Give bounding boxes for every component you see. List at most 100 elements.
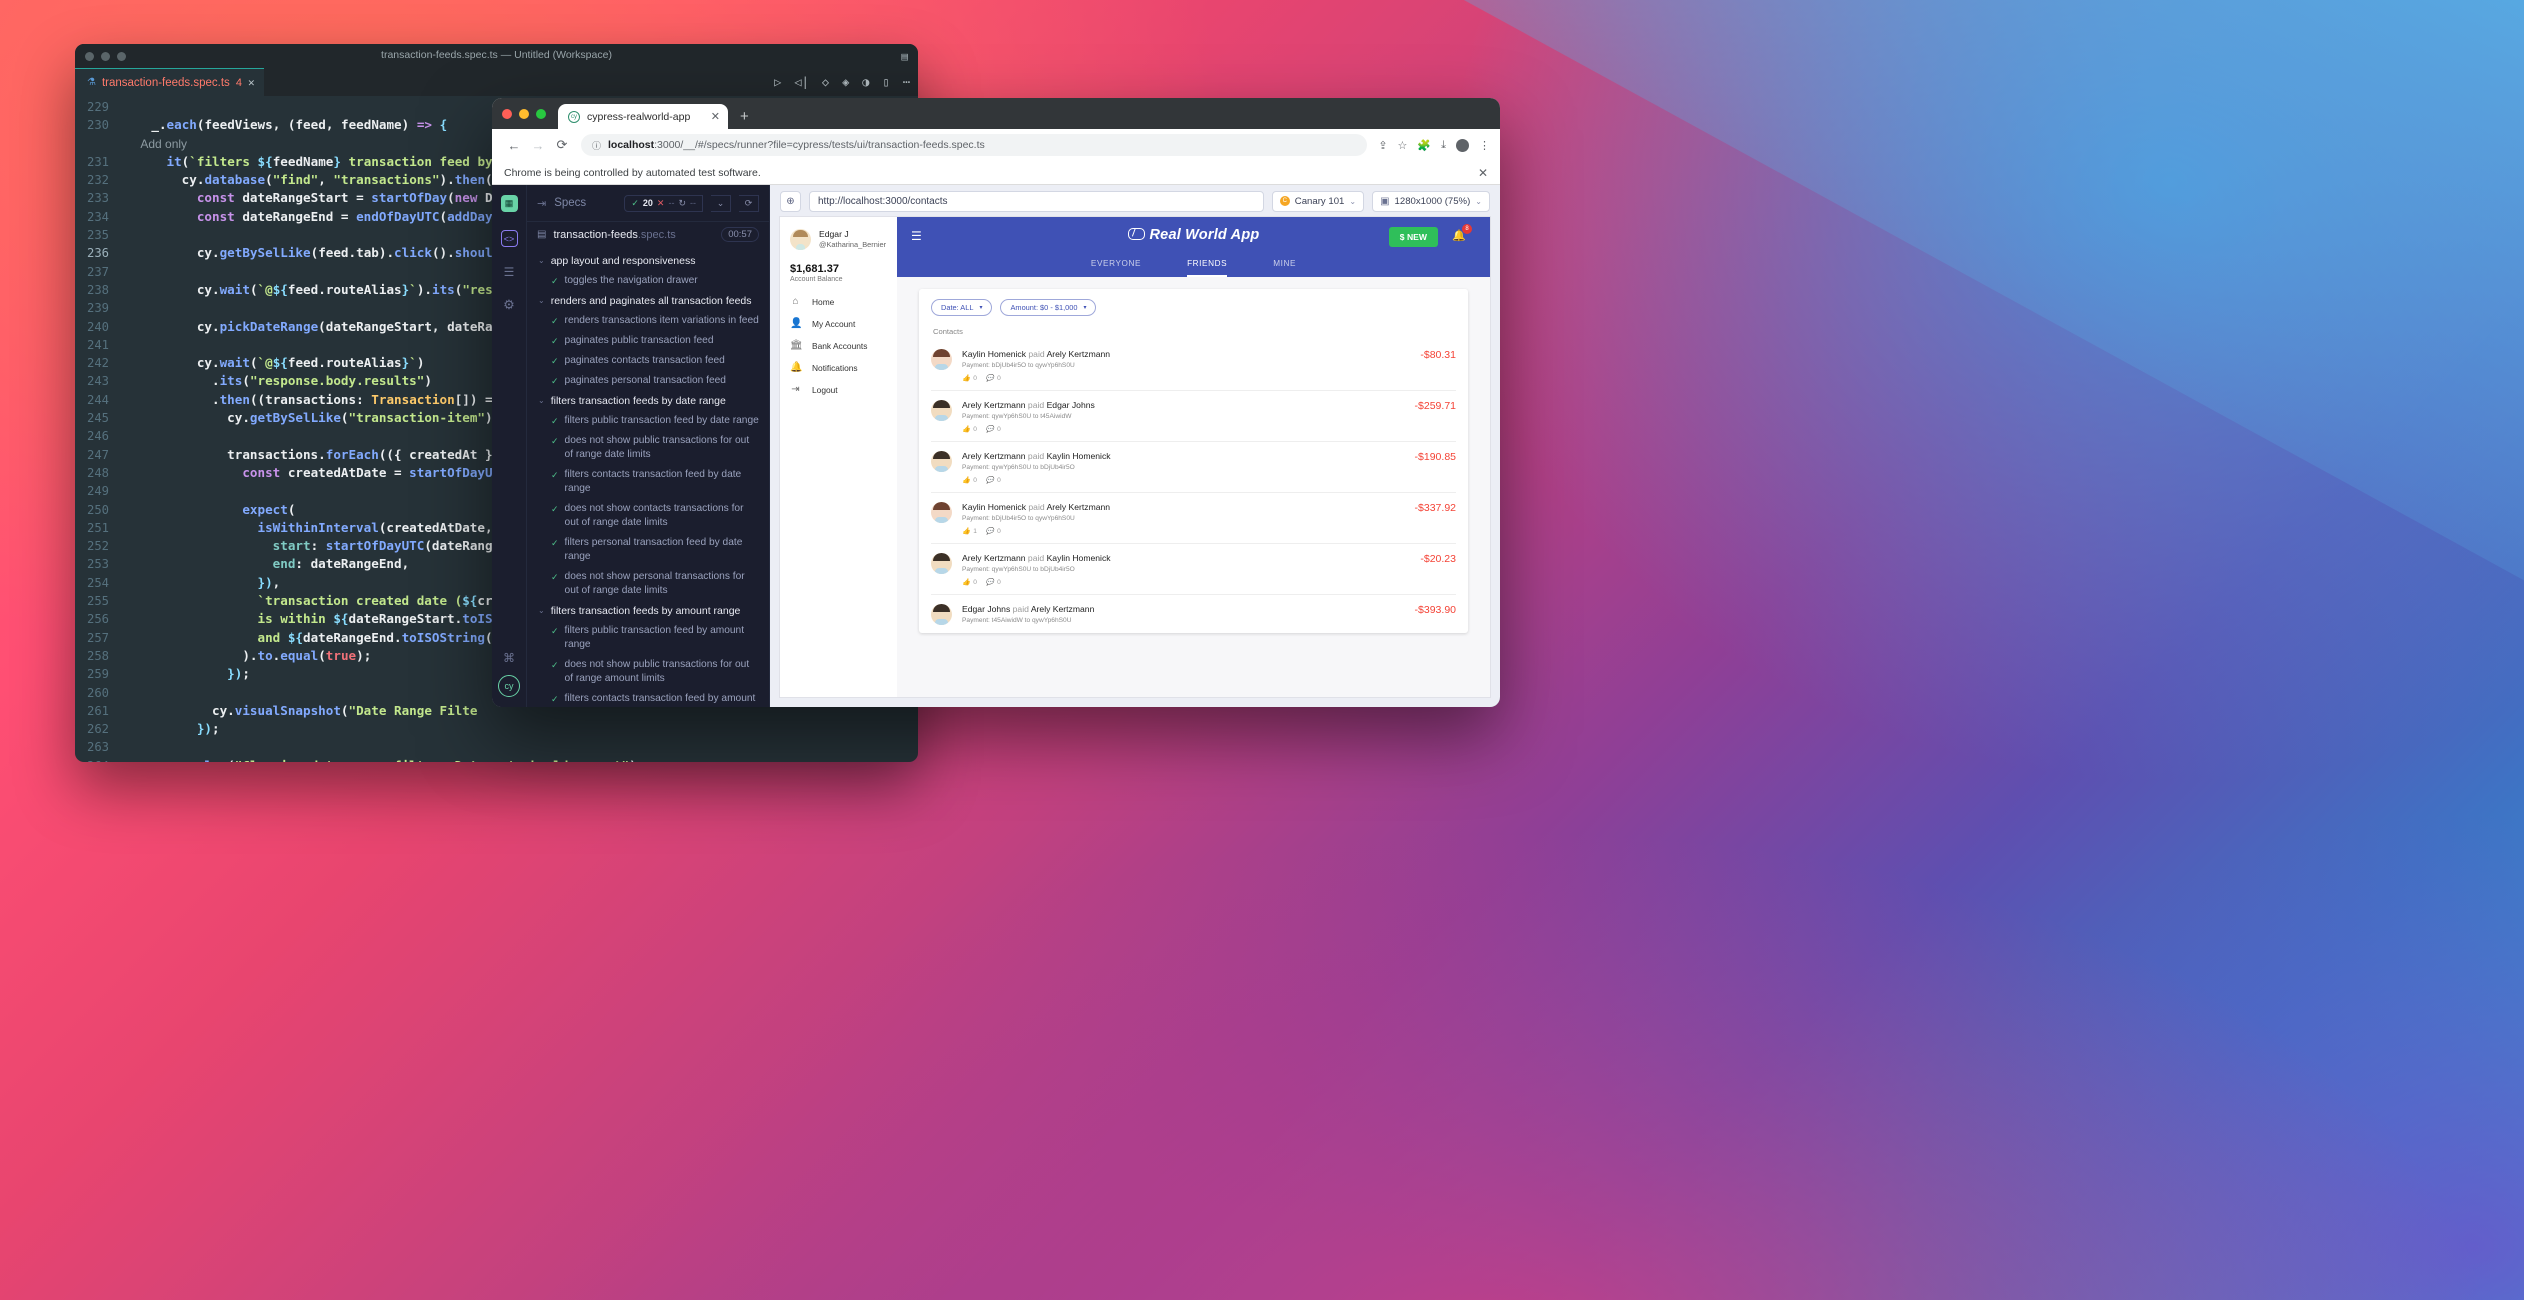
downloads-icon[interactable]: ⤓ [1441, 139, 1446, 152]
app-url-bar[interactable]: http://localhost:3000/contacts [809, 191, 1264, 212]
test-label: does not show personal transactions for … [565, 570, 759, 598]
comment-count[interactable]: 💬0 [986, 476, 1001, 484]
transaction-item[interactable]: Arely Kertzmann paid Edgar JohnsPayment:… [931, 391, 1456, 442]
browser-tab[interactable]: cy cypress-realworld-app ✕ [558, 104, 728, 129]
rwa-nav-item-logout[interactable]: ⇥Logout [790, 384, 887, 395]
reload-icon[interactable]: ⟳ [739, 195, 759, 212]
spec-duration: 00:57 [721, 227, 759, 242]
share-icon[interactable]: ⇪ [1378, 139, 1387, 152]
rwa-nav-item-notifications[interactable]: 🔔Notifications [790, 362, 887, 373]
chrome-menu-icon[interactable]: ⋮ [1479, 139, 1490, 152]
rwa-nav-item-home[interactable]: ⌂Home [790, 296, 887, 307]
transaction-item[interactable]: Arely Kertzmann paid Kaylin HomenickPaym… [931, 544, 1456, 595]
site-info-icon[interactable]: ⓘ [592, 139, 601, 152]
like-count[interactable]: 👍1 [962, 527, 977, 535]
chevron-down-icon[interactable]: ⌄ [538, 394, 545, 408]
run-test-icon[interactable]: ▷ [774, 75, 781, 89]
test-row[interactable]: ✓paginates public transaction feed [527, 331, 769, 351]
debug-test-icon[interactable]: ◁| [794, 75, 808, 89]
runs-icon[interactable]: <> [501, 230, 518, 247]
cypress-logo-icon[interactable]: cy [498, 675, 520, 697]
bookmark-star-icon[interactable]: ☆ [1398, 139, 1408, 152]
new-tab-button[interactable]: + [728, 108, 749, 129]
rwa-nav-label: Home [812, 297, 834, 307]
rwa-tab-friends[interactable]: FRIENDS [1187, 259, 1227, 277]
code-line: 262 }); [75, 720, 918, 738]
test-row[interactable]: ✓filters personal transaction feed by da… [527, 533, 769, 567]
test-row[interactable]: ✓filters contacts transaction feed by da… [527, 465, 769, 499]
like-count[interactable]: 👍0 [962, 374, 977, 382]
rwa-nav-item-my-account[interactable]: 👤My Account [790, 318, 887, 329]
comment-count[interactable]: 💬0 [986, 527, 1001, 535]
vscode-layout-icon[interactable]: ▤ [901, 50, 908, 63]
rwa-tab-everyone[interactable]: EVERYONE [1091, 259, 1141, 277]
transaction-item[interactable]: Kaylin Homenick paid Arely KertzmannPaym… [931, 493, 1456, 544]
browser-name: Canary 101 [1295, 196, 1345, 207]
rwa-nav-item-bank-accounts[interactable]: 🏛Bank Accounts [790, 340, 887, 351]
comment-count[interactable]: 💬0 [986, 374, 1001, 382]
like-count[interactable]: 👍0 [962, 425, 977, 433]
rwa-user-block[interactable]: Edgar J @Katharina_Bernier [790, 229, 887, 250]
settings-icon[interactable]: ⚙ [503, 297, 515, 313]
new-transaction-button[interactable]: $ NEW [1389, 227, 1438, 247]
test-suite-row[interactable]: ⌄renders and paginates all transaction f… [527, 291, 769, 311]
test-row[interactable]: ✓filters public transaction feed by amou… [527, 621, 769, 655]
selector-playground-icon[interactable]: ⊕ [780, 191, 801, 212]
browser-selector[interactable]: C Canary 101 ⌄ [1272, 191, 1364, 212]
specs-icon[interactable]: ▦ [501, 195, 518, 212]
like-count[interactable]: 👍0 [962, 476, 977, 484]
browser-tab-title: cypress-realworld-app [587, 111, 704, 123]
chevron-down-icon[interactable]: ⌄ [538, 254, 545, 268]
viewport-selector[interactable]: ▣ 1280x1000 (75%) ⌄ [1372, 191, 1490, 212]
run-previous-icon[interactable]: ◇ [822, 75, 829, 89]
rwa-tab-mine[interactable]: MINE [1273, 259, 1296, 277]
test-row[interactable]: ✓filters contacts transaction feed by am… [527, 689, 769, 707]
coverage-icon[interactable]: ◑ [862, 75, 869, 89]
keyboard-shortcuts-icon[interactable]: ⌘ [503, 651, 515, 665]
test-row[interactable]: ✓does not show personal transactions for… [527, 567, 769, 601]
forward-button[interactable]: → [526, 138, 550, 153]
chevron-down-icon[interactable]: ⌄ [538, 294, 545, 308]
like-count[interactable]: 👍0 [962, 578, 977, 586]
test-row[interactable]: ✓paginates personal transaction feed [527, 371, 769, 391]
transaction-item[interactable]: Arely Kertzmann paid Kaylin HomenickPaym… [931, 442, 1456, 493]
address-bar[interactable]: ⓘ localhost:3000/__/#/specs/runner?file=… [581, 134, 1367, 156]
test-row[interactable]: ✓paginates contacts transaction feed [527, 351, 769, 371]
passed-check-icon: ✓ [551, 374, 559, 388]
close-icon[interactable]: ✕ [711, 110, 720, 123]
test-row[interactable]: ✓toggles the navigation drawer [527, 271, 769, 291]
more-actions-icon[interactable]: ⋯ [903, 75, 910, 89]
test-row[interactable]: ✓renders transactions item variations in… [527, 311, 769, 331]
amount-range-filter[interactable]: Amount: $0 - $1,000▾ [1000, 299, 1096, 316]
run-cursor-icon[interactable]: ◈ [842, 75, 849, 89]
transaction-item[interactable]: Kaylin Homenick paid Arely KertzmannPaym… [931, 340, 1456, 391]
test-row[interactable]: ✓filters public transaction feed by date… [527, 411, 769, 431]
test-row[interactable]: ✓does not show public transactions for o… [527, 655, 769, 689]
chevron-down-icon[interactable]: ⌄ [538, 604, 545, 618]
automation-infobar-message: Chrome is being controlled by automated … [504, 167, 761, 179]
chrome-traffic-lights[interactable] [502, 98, 558, 129]
failed-count: -- [668, 198, 674, 208]
test-row[interactable]: ✓does not show contacts transactions for… [527, 499, 769, 533]
test-suite-row[interactable]: ⌄app layout and responsiveness [527, 251, 769, 271]
profile-avatar[interactable] [1456, 139, 1469, 152]
editor-tab-transaction-feeds[interactable]: ⚗ transaction-feeds.spec.ts 4 ✕ [75, 68, 264, 96]
test-suite-row[interactable]: ⌄filters transaction feeds by date range [527, 391, 769, 411]
debug-icon[interactable]: ☰ [504, 265, 515, 279]
extensions-icon[interactable]: 🧩 [1417, 139, 1431, 152]
reload-button[interactable]: ⟳ [550, 137, 574, 153]
test-row[interactable]: ✓does not show public transactions for o… [527, 431, 769, 465]
split-editor-icon[interactable]: ▯ [883, 75, 890, 89]
test-suite-row[interactable]: ⌄filters transaction feeds by amount ran… [527, 601, 769, 621]
close-icon[interactable]: ✕ [1478, 166, 1488, 180]
close-icon[interactable]: ✕ [248, 76, 255, 89]
comment-count[interactable]: 💬0 [986, 425, 1001, 433]
comment-count[interactable]: 💬0 [986, 578, 1001, 586]
pending-icon: ↻ [678, 198, 686, 209]
collapse-arrow-icon[interactable]: ⇥ [537, 197, 546, 210]
date-range-filter[interactable]: Date: ALL▾ [931, 299, 992, 316]
chevron-down-icon[interactable]: ⌄ [711, 195, 731, 212]
back-button[interactable]: ← [502, 138, 526, 153]
spec-file-row[interactable]: ▤ transaction-feeds.spec.ts 00:57 [527, 221, 769, 247]
transaction-item[interactable]: Edgar Johns paid Arely KertzmannPayment:… [931, 595, 1456, 633]
